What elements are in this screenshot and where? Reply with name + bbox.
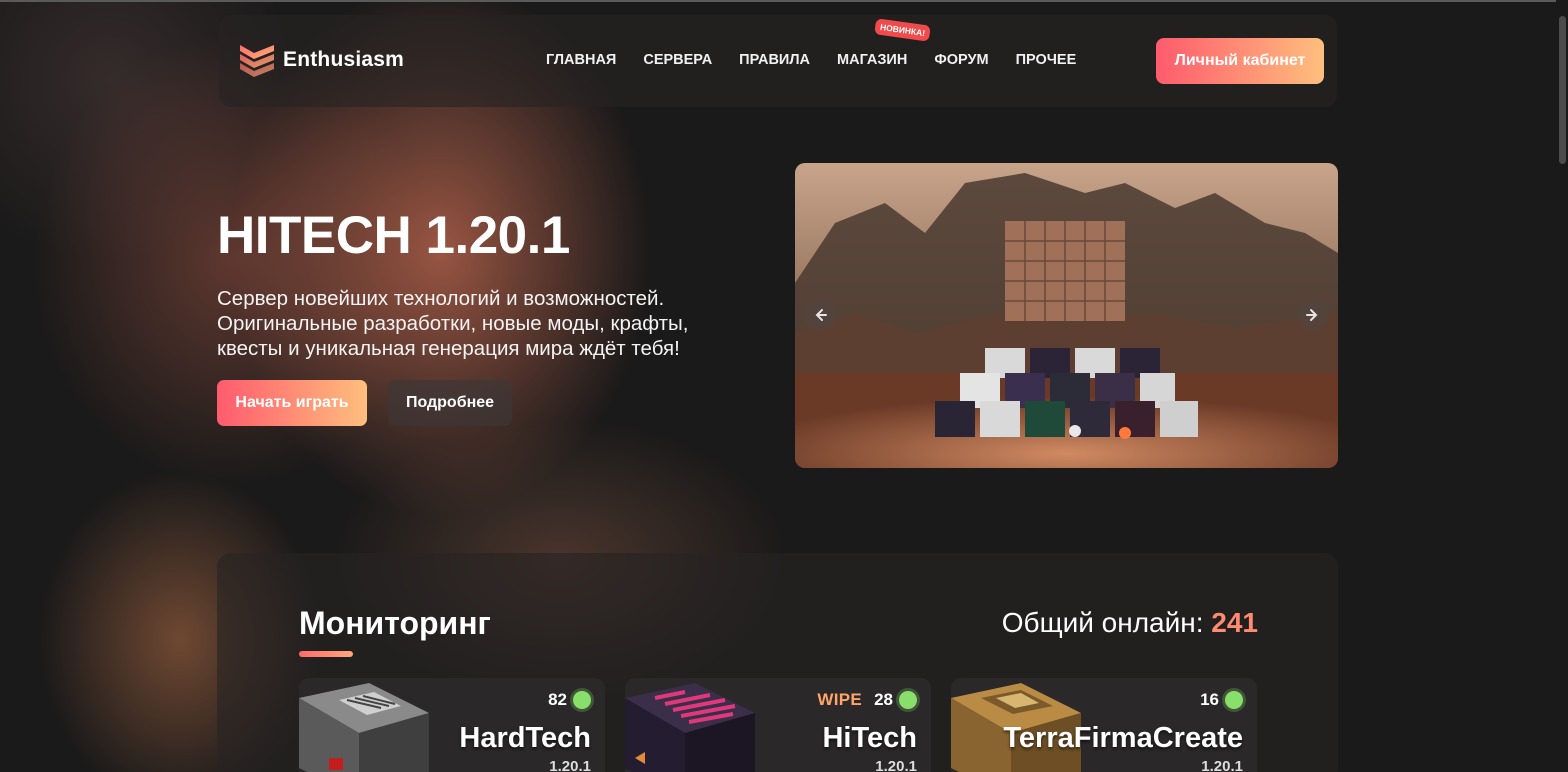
online-count: 82 [548, 690, 567, 709]
server-version: 1.20.1 [549, 758, 591, 772]
main-nav: ГЛАВНАЯ СЕРВЕРА ПРАВИЛА МАГАЗИН НОВИНКА!… [546, 18, 1103, 68]
online-dot-icon [899, 691, 917, 709]
server-name: HardTech [459, 722, 591, 754]
chevron-right-icon [1306, 309, 1318, 321]
online-status: 82 [536, 690, 591, 710]
server-version: 1.20.1 [875, 758, 917, 772]
browser-top-border [0, 0, 1568, 2]
slider-prev-button[interactable] [804, 299, 836, 331]
nav-item-forum[interactable]: ФОРУМ [934, 52, 988, 68]
server-version: 1.20.1 [1201, 758, 1243, 772]
new-badge: НОВИНКА! [874, 18, 932, 42]
online-status: WIPE 28 [817, 690, 917, 710]
server-card-hitech[interactable]: WIPE 28 HiTech 1.20.1 [625, 678, 931, 772]
online-count: 16 [1200, 690, 1219, 709]
nav-item-home[interactable]: ГЛАВНАЯ [546, 52, 616, 68]
server-icon-hardtech [299, 683, 429, 772]
chevron-left-icon [815, 309, 827, 321]
brand-name: Enthusiasm [283, 48, 405, 71]
title-underline [299, 651, 353, 657]
online-count: 28 [874, 690, 893, 709]
site-header: Enthusiasm ГЛАВНАЯ СЕРВЕРА ПРАВИЛА МАГАЗ… [219, 15, 1337, 107]
start-playing-button[interactable]: Начать играть [217, 380, 367, 426]
nav-item-rules[interactable]: ПРАВИЛА [739, 52, 810, 68]
server-card-terrafirmacreate[interactable]: 16 TerraFirmaCreate 1.20.1 [951, 678, 1257, 772]
total-online-label: Общий онлайн: [1001, 607, 1204, 638]
page-scrollbar[interactable] [1556, 0, 1568, 772]
hero-title: HITECH 1.20.1 [217, 206, 570, 265]
slider-image [795, 163, 1338, 468]
hero-slider[interactable] [795, 163, 1338, 468]
online-dot-icon [573, 691, 591, 709]
online-dot-icon [1225, 691, 1243, 709]
server-card-hardtech[interactable]: 82 HardTech 1.20.1 [299, 678, 605, 772]
total-online-count: 241 [1211, 607, 1258, 638]
server-cards: 82 HardTech 1.20.1 WIPE 28 HiTech 1.20.1 [299, 678, 1277, 772]
nav-item-shop[interactable]: МАГАЗИН НОВИНКА! [837, 18, 932, 68]
monitoring-title: Мониторинг [299, 605, 491, 641]
server-name: TerraFirmaCreate [1003, 722, 1243, 754]
nav-item-shop-label: МАГАЗИН [837, 52, 908, 68]
learn-more-button[interactable]: Подробнее [388, 380, 512, 426]
nav-item-other[interactable]: ПРОЧЕЕ [1016, 52, 1077, 68]
wipe-label: WIPE [817, 690, 863, 709]
monitoring-section: Мониторинг Общий онлайн: 241 82 HardTech… [217, 553, 1338, 772]
scrollbar-thumb[interactable] [1559, 16, 1566, 164]
server-name: HiTech [822, 722, 917, 754]
slider-next-button[interactable] [1297, 299, 1329, 331]
floating-block-cube [1005, 221, 1125, 321]
online-status: 16 [1188, 690, 1243, 710]
logo[interactable]: Enthusiasm [238, 42, 404, 78]
personal-account-button[interactable]: Личный кабинет [1156, 38, 1324, 84]
server-icon-hitech [625, 683, 755, 772]
nav-item-servers[interactable]: СЕРВЕРА [643, 52, 712, 68]
hero-description: Сервер новейших технологий и возможносте… [217, 287, 689, 360]
total-online: Общий онлайн: 241 [1002, 607, 1258, 639]
logo-icon [240, 45, 274, 77]
